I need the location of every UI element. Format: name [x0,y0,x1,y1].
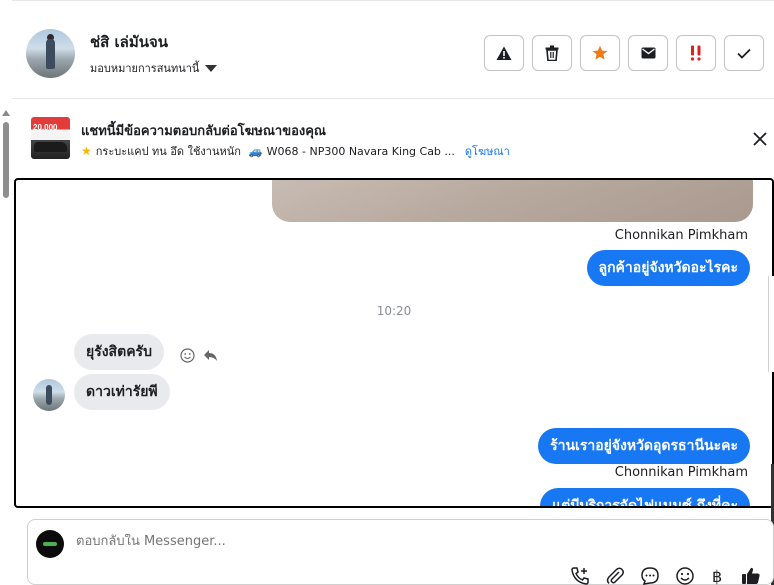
ad-code: W068 - NP300 Navara King Cab ... [266,144,455,158]
conversation-header: ช่สิ เล่มันจน มอบหมายการสนทนานี้ [12,0,774,99]
ad-subtitle-text: กระบะแคป ทน อึด ใช้งานหนัก [95,145,241,158]
check-icon [737,48,751,59]
scrollbar-thumb[interactable] [3,122,9,198]
assign-conversation-dropdown[interactable]: มอบหมายการสนทนานี้ [90,59,218,77]
outgoing-message[interactable]: ร้านเราอยู่จังหวัดอุดรธานีนะคะ [538,428,750,464]
scroll-up-arrow-icon[interactable] [2,110,10,116]
message-timestamp: 10:20 [376,304,412,318]
star-button[interactable] [580,35,620,71]
contact-avatar-small[interactable] [33,379,65,411]
sender-name: Chonnikan Pimkham [614,465,748,480]
baht-icon[interactable]: ฿ [710,566,726,585]
contact-avatar[interactable] [26,29,75,78]
reply-icon[interactable] [203,349,218,362]
trash-icon [545,45,559,61]
incoming-message[interactable]: ยุรังสิตครับ [74,334,164,370]
message-thread[interactable]: Chonnikan Pimkham ลูกค้าอยู่จังหวัดอะไรค… [14,178,774,508]
call-add-icon[interactable] [570,566,590,585]
message-hover-actions [180,348,218,363]
svg-text:฿: ฿ [712,567,722,585]
close-icon[interactable] [751,130,769,148]
star-icon [592,45,608,60]
view-ad-link[interactable]: ดูโฆษณา [465,142,510,160]
ad-reply-banner: 20,000 แชทนี้มีข้อความตอบกลับต่อโฆษณาของ… [12,100,774,178]
delete-button[interactable] [532,35,572,71]
assign-label: มอบหมายการสนทนานี้ [90,62,200,75]
reply-input[interactable] [76,534,676,549]
conversation-actions [484,35,764,71]
pickup-truck-emoji-icon: 🚙 [248,144,263,158]
report-button[interactable] [484,35,524,71]
spam-icon [690,45,701,61]
page-scrollbar[interactable] [0,100,12,585]
done-button[interactable] [724,35,764,71]
ad-thumbnail[interactable]: 20,000 [31,117,70,159]
caret-down-icon [205,64,218,72]
sender-name: Chonnikan Pimkham [614,228,748,243]
outgoing-message[interactable]: แต่มีบริการจัดไฟแนนซ์ ถึงที่คะ [540,488,750,506]
shared-photo-message[interactable] [272,180,753,222]
contact-name[interactable]: ช่สิ เล่มันจน [90,30,168,54]
spam-button[interactable] [676,35,716,71]
outgoing-message[interactable]: ลูกค้าอยู่จังหวัดอะไรคะ [586,250,750,286]
reply-composer: ฿ [27,519,774,585]
composer-toolbar: ฿ [570,566,761,585]
react-emoji-icon[interactable] [180,348,195,363]
page-avatar [36,530,64,558]
envelope-icon [641,47,655,59]
paperclip-icon[interactable] [605,566,625,585]
inbox-conversation-pane: ช่สิ เล่มันจน มอบหมายการสนทนานี้ 20,000 … [0,0,774,585]
mark-unread-button[interactable] [628,35,668,71]
side-panel-edge [768,276,774,372]
warning-icon [496,46,512,60]
quick-reply-icon[interactable] [640,566,660,585]
emoji-icon[interactable] [675,566,695,585]
thumbs-up-icon[interactable] [741,566,761,585]
ad-banner-subtitle: ★ กระบะแคป ทน อึด ใช้งานหนัก 🚙 W068 - NP… [81,142,510,160]
ad-banner-title: แชทนี้มีข้อความตอบกลับต่อโฆษณาของคุณ [81,124,326,139]
star-emoji-icon: ★ [81,144,92,158]
incoming-message[interactable]: ดาวเท่ารัยพี [74,374,170,410]
